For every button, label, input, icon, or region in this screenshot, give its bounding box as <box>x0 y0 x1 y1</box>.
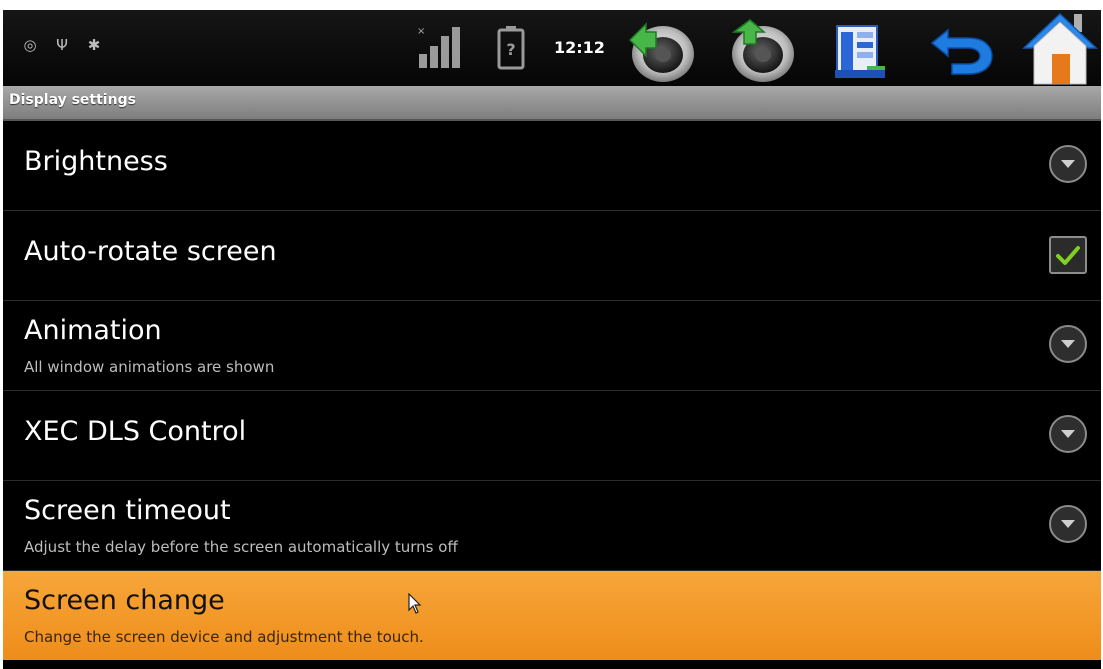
svg-text:?: ? <box>506 40 515 59</box>
chevron-down-icon <box>1049 415 1087 453</box>
setting-label: Brightness <box>24 146 168 177</box>
setting-screen-change[interactable]: Screen change Change the screen device a… <box>3 571 1101 660</box>
setting-xec-dls-control[interactable]: XEC DLS Control <box>3 391 1101 481</box>
battery-icon: ? <box>497 26 525 70</box>
chevron-down-icon <box>1049 325 1087 363</box>
setting-label: Screen timeout <box>24 495 231 526</box>
setting-brightness[interactable]: Brightness <box>3 121 1101 211</box>
menu-icon[interactable] <box>829 20 889 82</box>
volume-down-icon[interactable] <box>626 18 696 84</box>
setting-summary: Change the screen device and adjustment … <box>24 628 424 646</box>
title-bar: Display settings <box>3 86 1101 121</box>
usb-icon: Ψ <box>56 36 68 54</box>
target-icon: ◎ <box>23 36 37 54</box>
page-title: Display settings <box>9 92 136 108</box>
setting-label: Animation <box>24 315 162 346</box>
signal-icon: × <box>417 26 460 68</box>
setting-label: Auto-rotate screen <box>24 236 277 267</box>
setting-label: Screen change <box>24 585 225 616</box>
setting-animation[interactable]: Animation All window animations are show… <box>3 301 1101 391</box>
auto-rotate-checkbox[interactable] <box>1049 236 1087 274</box>
mouse-cursor-icon <box>408 593 422 614</box>
setting-screen-timeout[interactable]: Screen timeout Adjust the delay before t… <box>3 481 1101 571</box>
setting-summary: All window animations are shown <box>24 358 275 376</box>
android-screen: ◎ Ψ ✱ × ? 12:12 Display settings Brightn… <box>3 10 1101 669</box>
setting-auto-rotate[interactable]: Auto-rotate screen <box>3 211 1101 301</box>
status-clock: 12:12 <box>554 38 605 57</box>
status-bar: ◎ Ψ ✱ × ? 12:12 <box>3 10 1101 86</box>
debug-bug-icon: ✱ <box>87 36 101 54</box>
back-icon[interactable] <box>928 22 998 82</box>
volume-up-icon[interactable] <box>726 18 796 84</box>
setting-label: XEC DLS Control <box>24 416 247 447</box>
chevron-down-icon <box>1049 145 1087 183</box>
chevron-down-icon <box>1049 505 1087 543</box>
home-icon[interactable] <box>1020 10 1100 86</box>
setting-summary: Adjust the delay before the screen autom… <box>24 538 458 556</box>
notification-icons: ◎ Ψ ✱ <box>21 36 103 54</box>
svg-text:×: × <box>417 26 425 37</box>
